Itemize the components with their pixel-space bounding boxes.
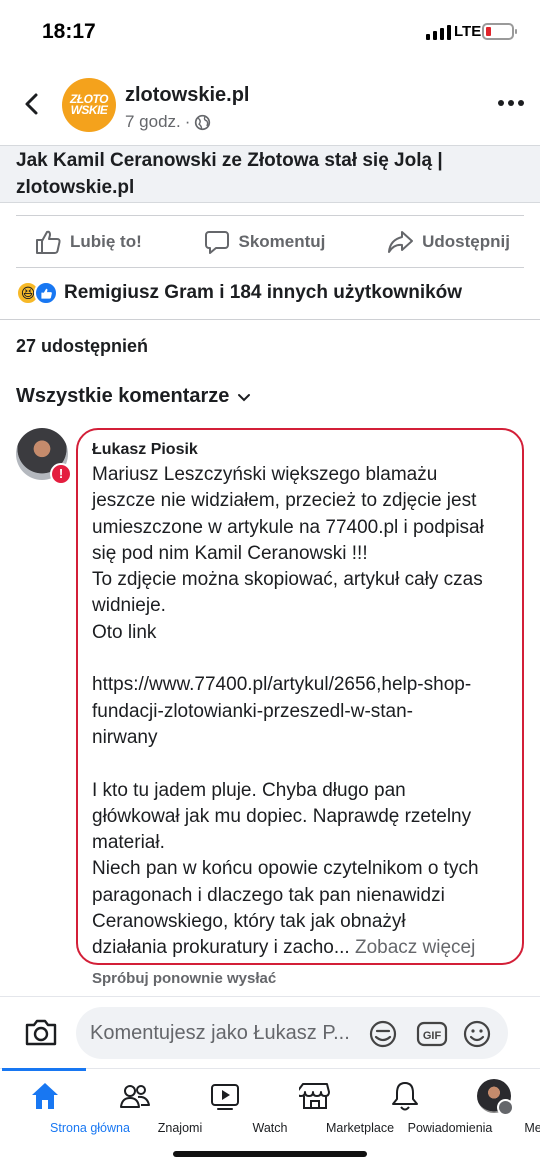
- post-actions: Lubię to! Skomentuj Udostępnij: [16, 215, 524, 268]
- divider: [0, 319, 540, 320]
- share-button[interactable]: Udostępnij: [386, 228, 510, 256]
- chevron-down-icon: [238, 393, 251, 401]
- error-icon: !: [50, 463, 72, 485]
- comment-author[interactable]: Łukasz Piosik: [92, 440, 508, 460]
- comments-filter[interactable]: Wszystkie komentarze: [16, 385, 251, 408]
- comment-line: się pod nim Kamil Ceranowski !!!: [92, 542, 368, 564]
- comment-line: umieszczone w artykule na 77400.pl i pod…: [92, 516, 484, 538]
- friends-icon: [120, 1085, 150, 1108]
- reactions-text: Remigiusz Gram i 184 innych użytkowników: [64, 282, 463, 303]
- comment-line: Mariusz Leszczyński większego blamażu: [92, 464, 438, 485]
- post-meta: 7 godz. ·: [125, 112, 211, 132]
- dot-separator: ·: [184, 112, 191, 131]
- network-label: LTE: [454, 23, 482, 40]
- share-icon: [388, 230, 414, 253]
- comment-last-line: działania prokuratury i zacho... Zobacz …: [92, 935, 508, 961]
- emoji-icon[interactable]: [462, 1019, 492, 1049]
- tab-label: Znajomi: [157, 1121, 203, 1135]
- comment-blank-line: [92, 646, 508, 672]
- comment-button[interactable]: Skomentuj: [203, 228, 326, 256]
- comment-line: Niech pan w końcu opowie czytelnikom o t…: [92, 858, 479, 880]
- status-bar: 18:17 LTE: [0, 0, 540, 66]
- home-indicator: [173, 1151, 367, 1157]
- comment-link-line[interactable]: https://www.77400.pl/artykul/2656,help-s…: [92, 672, 508, 698]
- link-title-line-2: zlotowskie.pl: [16, 177, 135, 198]
- comment-blank-line: [92, 751, 508, 777]
- menu-badge-icon: [497, 1099, 514, 1116]
- camera-icon[interactable]: [24, 1017, 58, 1047]
- bell-icon: [392, 1082, 418, 1111]
- watch-icon: [211, 1084, 239, 1110]
- reactions-summary[interactable]: 😆 Remigiusz Gram i 184 innych użytkownik…: [16, 281, 462, 305]
- like-reaction-icon: [34, 281, 58, 305]
- link-title-line-1: Jak Kamil Ceranowski ze Złotowa stał się…: [16, 150, 443, 171]
- comment-line: Ceranowskiego, który tak jak obnażył: [92, 911, 406, 933]
- more-options-icon[interactable]: [498, 100, 524, 106]
- battery-icon: [482, 23, 517, 40]
- tab-label: Watch: [252, 1121, 288, 1135]
- share-label: Udostępnij: [422, 231, 510, 251]
- comment-line: widnieje.: [92, 595, 166, 617]
- thumbs-up-icon: [36, 230, 61, 254]
- comment-icon: [204, 230, 229, 254]
- comment-line: główkował jak mu dopiec. Naprawdę rzetel…: [92, 805, 472, 827]
- like-button[interactable]: Lubię to!: [34, 228, 142, 256]
- comments-filter-label: Wszystkie komentarze: [16, 385, 230, 407]
- gif-icon[interactable]: GIF: [416, 1019, 448, 1049]
- signal-icon: [426, 25, 451, 40]
- comment-line: Oto link: [92, 621, 157, 643]
- see-more-link[interactable]: Zobacz więcej: [350, 937, 475, 958]
- comment-link-line[interactable]: fundacji-zlotowianki-przeszedl-w-stan-: [92, 699, 508, 725]
- globe-icon: [195, 114, 211, 130]
- comment-truncated-text: działania prokuratury i zacho...: [92, 937, 350, 959]
- comment-line: paragonach i dlaczego tak pan nienawidzi: [92, 884, 445, 906]
- comment-input[interactable]: [90, 1007, 370, 1059]
- home-icon: [32, 1083, 58, 1109]
- marketplace-icon: [299, 1083, 330, 1109]
- comment-line: I kto tu jadem pluje. Chyba długo pan: [92, 779, 406, 801]
- comment-line: materiał.: [92, 832, 165, 854]
- svg-text:GIF: GIF: [423, 1030, 442, 1042]
- logo-text-2: WSKIE: [70, 103, 108, 117]
- divider: [0, 996, 540, 997]
- tab-label: Menu: [524, 1121, 540, 1135]
- like-label: Lubię to!: [70, 231, 142, 251]
- comment-link-line[interactable]: nirwany: [92, 725, 508, 751]
- comment-line: jeszcze nie widziałem, przecież to zdjęc…: [92, 490, 477, 512]
- comment-line: To zdjęcie można skopiować, artykuł cały…: [92, 569, 483, 591]
- avatar-sticker-icon[interactable]: [368, 1019, 398, 1049]
- back-arrow-icon[interactable]: [20, 92, 44, 116]
- post-time: 7 godz.: [125, 112, 181, 131]
- comment-label: Skomentuj: [238, 231, 326, 251]
- tab-label: Strona główna: [50, 1121, 130, 1135]
- link-preview[interactable]: Jak Kamil Ceranowski ze Złotowa stał się…: [0, 145, 540, 203]
- comment-bubble[interactable]: Łukasz Piosik Mariusz Leszczyński większ…: [76, 428, 524, 965]
- tab-label: Powiadomienia: [407, 1121, 493, 1135]
- retry-send-link[interactable]: Spróbuj ponownie wysłać: [92, 970, 276, 987]
- page-name[interactable]: zlotowskie.pl: [125, 84, 249, 107]
- comment-composer[interactable]: GIF: [76, 1007, 508, 1059]
- shares-count[interactable]: 27 udostępnień: [16, 336, 148, 357]
- tab-label: Marketplace: [325, 1121, 395, 1135]
- page-avatar[interactable]: ZŁOTO WSKIE: [62, 78, 116, 132]
- status-time: 18:17: [42, 20, 96, 43]
